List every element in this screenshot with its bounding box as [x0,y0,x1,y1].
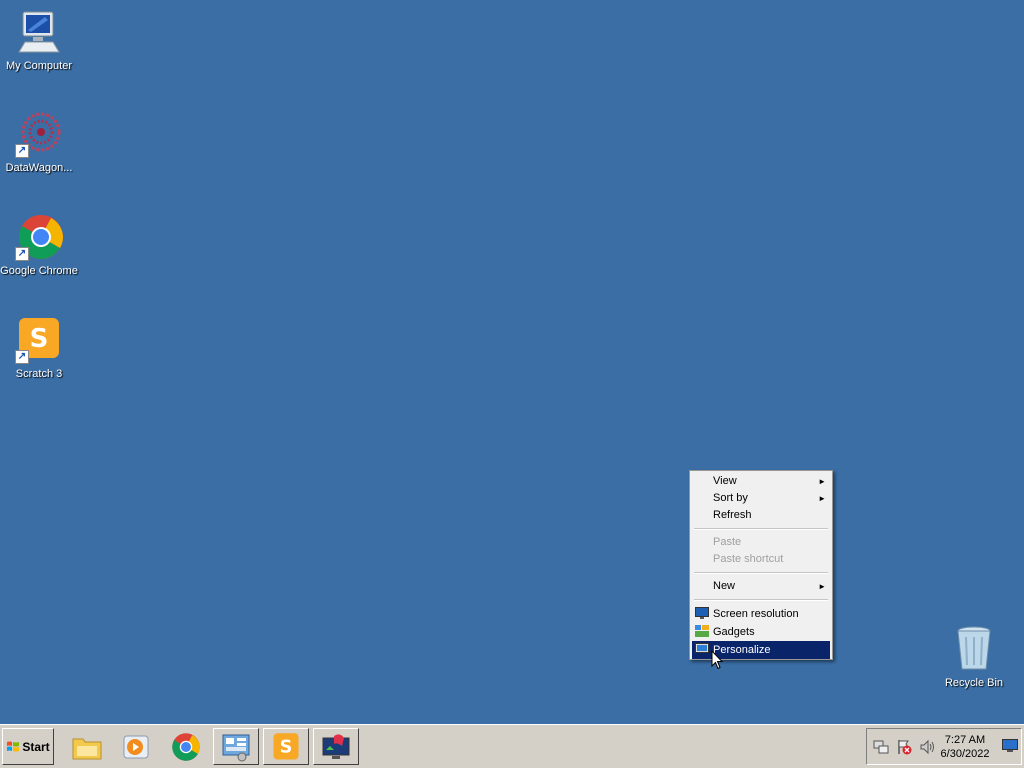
taskbar-button-remote-desktop[interactable] [313,728,359,765]
desktop-context-menu: View ► Sort by ► Refresh Paste Paste sho… [689,470,833,660]
datawagon-icon: ↗ [15,110,63,158]
desktop-icon-label: Recycle Bin [944,677,1004,689]
my-computer-icon [15,8,63,56]
menu-separator [694,528,828,530]
menu-item-paste: Paste [692,534,830,551]
menu-item-label: Refresh [713,509,752,521]
shortcut-arrow-icon: ↗ [15,350,29,364]
control-panel-icon [222,734,250,761]
submenu-arrow-icon: ► [818,582,826,591]
menu-separator [694,572,828,574]
desktop-icon-google-chrome[interactable]: ↗ Google Chrome [0,213,78,278]
menu-item-gadgets[interactable]: Gadgets [692,623,830,641]
menu-separator [694,599,828,601]
start-button[interactable]: Start [2,728,54,765]
menu-item-label: Sort by [713,492,748,504]
media-player-icon [123,735,149,758]
clock-time: 7:27 AM [944,734,986,746]
submenu-arrow-icon: ► [818,477,826,486]
desktop-icon-label: My Computer [5,60,73,72]
action-center-icon[interactable] [896,739,912,755]
remote-desktop-icon [322,733,350,759]
desktop-icon-label: Google Chrome [0,265,78,277]
show-desktop-icon[interactable] [1002,739,1018,753]
desktop[interactable]: My Computer ↗ DataWagon... ↗ Google Chro… [0,0,1024,724]
taskbar-button-scratch[interactable]: S [263,728,309,765]
screen-resolution-icon [695,607,709,619]
gadgets-icon [695,625,709,637]
taskbar-button-control-panel[interactable] [213,728,259,765]
taskbar-button-file-explorer[interactable] [64,728,110,765]
taskbar-clock[interactable]: 7:27 AM 6/30/2022 [935,733,995,761]
menu-item-label: Gadgets [713,626,755,638]
system-tray: 7:27 AM 6/30/2022 [866,728,1022,765]
shortcut-arrow-icon: ↗ [15,144,29,158]
menu-item-paste-shortcut: Paste shortcut [692,551,830,568]
svg-text:S: S [30,324,49,354]
submenu-arrow-icon: ► [818,494,826,503]
menu-item-label: View [713,475,737,487]
recycle-bin-icon [950,625,998,673]
desktop-icon-my-computer[interactable]: My Computer [0,8,78,73]
taskbar: Start S 7:27 AM 6/30/2022 [0,724,1024,768]
menu-item-view[interactable]: View ► [692,473,830,490]
scratch-icon: S ↗ [15,316,63,364]
menu-item-label: Paste [713,536,742,548]
desktop-icon-datawagon[interactable]: ↗ DataWagon... [0,110,78,175]
desktop-icon-label: Scratch 3 [15,368,63,380]
file-explorer-icon [72,738,102,759]
mouse-cursor-icon [711,650,723,670]
start-label: Start [22,739,50,754]
menu-item-label: Paste shortcut [713,553,784,565]
chrome-icon [172,732,200,761]
menu-item-screen-resolution[interactable]: Screen resolution [692,605,830,623]
taskbar-button-chrome[interactable] [163,728,209,765]
chrome-icon: ↗ [15,213,63,261]
taskbar-button-media-player[interactable] [113,728,159,765]
menu-item-label: New [713,580,736,592]
menu-item-sort-by[interactable]: Sort by ► [692,490,830,507]
scratch-icon: S [273,732,299,759]
desktop-icon-label: DataWagon... [5,162,73,174]
desktop-icon-scratch-3[interactable]: S ↗ Scratch 3 [0,316,78,381]
menu-item-refresh[interactable]: Refresh [692,507,830,524]
network-icon[interactable] [873,739,889,755]
windows-logo-icon [7,741,20,751]
clock-date: 6/30/2022 [940,748,990,760]
shortcut-arrow-icon: ↗ [15,247,29,261]
personalize-icon [695,643,709,655]
desktop-icon-recycle-bin[interactable]: Recycle Bin [935,625,1013,690]
menu-item-new[interactable]: New ► [692,578,830,595]
menu-item-label: Screen resolution [713,608,799,620]
svg-text:S: S [280,737,293,757]
